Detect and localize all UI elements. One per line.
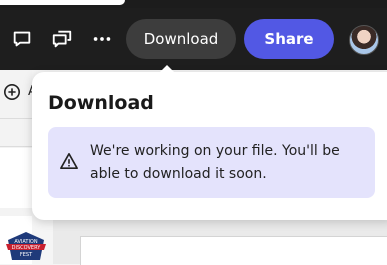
download-popover: Download We're working on your file. You…	[32, 65, 387, 220]
divider	[0, 146, 32, 147]
page-thumbnail[interactable]	[0, 148, 33, 208]
toolbar: Download Share	[0, 8, 387, 70]
top-tab-edge	[0, 0, 125, 5]
svg-text:FEST: FEST	[20, 252, 33, 258]
svg-text:DISCOVERY: DISCOVERY	[12, 245, 42, 251]
popover-title: Download	[48, 92, 154, 114]
avatar[interactable]	[349, 25, 379, 55]
comment-icon[interactable]	[10, 27, 34, 51]
divider	[0, 118, 32, 119]
top-bar-strip	[0, 0, 387, 8]
aviation-badge-logo: AVIATION DISCOVERY FEST	[6, 232, 46, 260]
canvas-page[interactable]	[80, 236, 387, 265]
add-circle-icon[interactable]	[3, 83, 21, 101]
share-button[interactable]: Share	[244, 19, 334, 59]
comments-icon[interactable]	[50, 27, 74, 51]
warning-icon	[60, 152, 78, 170]
more-icon[interactable]	[90, 27, 114, 51]
popover-arrow	[159, 65, 175, 73]
download-button[interactable]: Download	[126, 19, 236, 59]
status-notice: We're working on your file. You'll be ab…	[48, 127, 375, 198]
notice-message: We're working on your file. You'll be ab…	[90, 143, 340, 182]
